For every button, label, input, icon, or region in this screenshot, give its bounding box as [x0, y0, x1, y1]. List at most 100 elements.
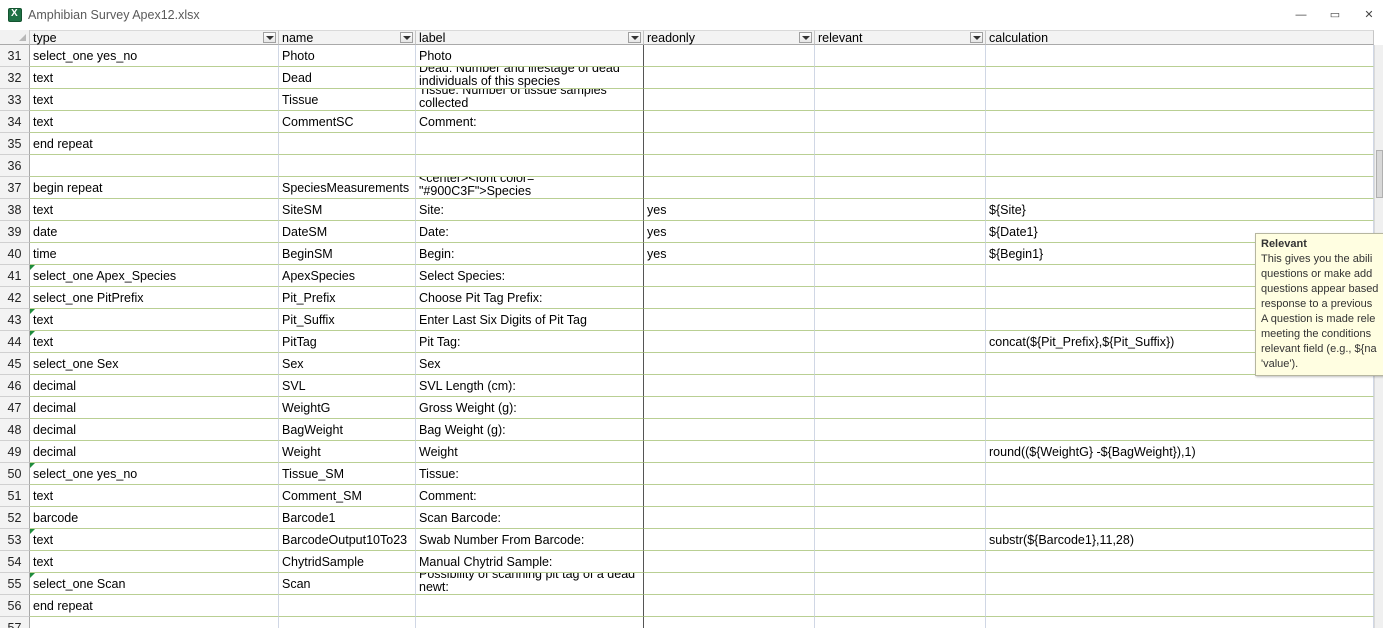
cell-label[interactable]: Tissue: Number of tissue samples collect…	[416, 89, 644, 111]
cell-readonly[interactable]	[644, 309, 815, 331]
cell-type[interactable]: decimal	[30, 375, 279, 397]
cell-type[interactable]: time	[30, 243, 279, 265]
cell-calculation[interactable]: round((${WeightG} -${BagWeight}),1)	[986, 441, 1374, 463]
cell-calculation[interactable]	[986, 595, 1374, 617]
cell-relevant[interactable]	[815, 89, 986, 111]
row-number[interactable]: 46	[0, 375, 30, 397]
row-number[interactable]: 53	[0, 529, 30, 551]
cell-relevant[interactable]	[815, 67, 986, 89]
row-number[interactable]: 52	[0, 507, 30, 529]
cell-relevant[interactable]	[815, 45, 986, 67]
cell-label[interactable]: Tissue:	[416, 463, 644, 485]
column-header-type[interactable]: type	[30, 30, 279, 45]
cell-relevant[interactable]	[815, 595, 986, 617]
cell-calculation[interactable]	[986, 419, 1374, 441]
cell-label[interactable]: Dead: Number and lifestage of dead indiv…	[416, 67, 644, 89]
row-number[interactable]: 41	[0, 265, 30, 287]
cell-readonly[interactable]	[644, 485, 815, 507]
row-number[interactable]: 50	[0, 463, 30, 485]
cell-label[interactable]: Weight	[416, 441, 644, 463]
cell-name[interactable]: Comment_SM	[279, 485, 416, 507]
row-number[interactable]: 39	[0, 221, 30, 243]
cell-type[interactable]: select_one Apex_Species	[30, 265, 279, 287]
cell-name[interactable]	[279, 155, 416, 177]
cell-label[interactable]: Pit Tag:	[416, 331, 644, 353]
cell-type[interactable]: text	[30, 529, 279, 551]
cell-label[interactable]: Enter Last Six Digits of Pit Tag	[416, 309, 644, 331]
row-number[interactable]: 56	[0, 595, 30, 617]
cell-name[interactable]: SiteSM	[279, 199, 416, 221]
cell-label[interactable]: Bag Weight (g):	[416, 419, 644, 441]
column-header-relevant[interactable]: relevant	[815, 30, 986, 45]
cell-label[interactable]: Photo	[416, 45, 644, 67]
cell-label[interactable]: Choose Pit Tag Prefix:	[416, 287, 644, 309]
cell-relevant[interactable]	[815, 287, 986, 309]
cell-type[interactable]: text	[30, 89, 279, 111]
cell-label[interactable]: Date:	[416, 221, 644, 243]
cell-calculation[interactable]	[986, 573, 1374, 595]
cell-relevant[interactable]	[815, 155, 986, 177]
cell-name[interactable]: ApexSpecies	[279, 265, 416, 287]
row-number[interactable]: 45	[0, 353, 30, 375]
cell-name[interactable]: BagWeight	[279, 419, 416, 441]
cell-relevant[interactable]	[815, 551, 986, 573]
cell-label[interactable]: Begin:	[416, 243, 644, 265]
cell-type[interactable]: decimal	[30, 397, 279, 419]
cell-readonly[interactable]	[644, 507, 815, 529]
cell-relevant[interactable]	[815, 331, 986, 353]
cell-readonly[interactable]	[644, 155, 815, 177]
cell-type[interactable]: text	[30, 551, 279, 573]
cell-name[interactable]: Dead	[279, 67, 416, 89]
cell-calculation[interactable]	[986, 463, 1374, 485]
filter-dropdown-icon[interactable]	[400, 32, 413, 43]
cell-label[interactable]: Site:	[416, 199, 644, 221]
cell-type[interactable]: text	[30, 199, 279, 221]
cell-calculation[interactable]	[986, 617, 1374, 628]
row-number[interactable]: 33	[0, 89, 30, 111]
cell-readonly[interactable]	[644, 353, 815, 375]
cell-readonly[interactable]	[644, 45, 815, 67]
cell-label[interactable]: Possibility of scanning pit tag of a dea…	[416, 573, 644, 595]
cell-calculation[interactable]	[986, 133, 1374, 155]
select-all-corner[interactable]	[0, 30, 30, 45]
cell-relevant[interactable]	[815, 177, 986, 199]
cell-label[interactable]: Comment:	[416, 111, 644, 133]
cell-label[interactable]: Scan Barcode:	[416, 507, 644, 529]
cell-type[interactable]: select_one Scan	[30, 573, 279, 595]
cell-name[interactable]: Barcode1	[279, 507, 416, 529]
cell-relevant[interactable]	[815, 243, 986, 265]
row-number[interactable]: 35	[0, 133, 30, 155]
cell-name[interactable]: SVL	[279, 375, 416, 397]
cell-readonly[interactable]	[644, 617, 815, 628]
cell-name[interactable]: DateSM	[279, 221, 416, 243]
row-number[interactable]: 38	[0, 199, 30, 221]
row-number[interactable]: 51	[0, 485, 30, 507]
cell-relevant[interactable]	[815, 221, 986, 243]
minimize-button[interactable]: —	[1291, 6, 1311, 24]
cell-name[interactable]: ChytridSample	[279, 551, 416, 573]
cell-type[interactable]	[30, 617, 279, 628]
cell-readonly[interactable]	[644, 419, 815, 441]
cell-readonly[interactable]	[644, 529, 815, 551]
cell-relevant[interactable]	[815, 111, 986, 133]
cell-calculation[interactable]	[986, 177, 1374, 199]
cell-readonly[interactable]	[644, 595, 815, 617]
cell-calculation[interactable]	[986, 45, 1374, 67]
cell-type[interactable]: end repeat	[30, 595, 279, 617]
cell-relevant[interactable]	[815, 133, 986, 155]
cell-label[interactable]: Manual Chytrid Sample:	[416, 551, 644, 573]
row-number[interactable]: 44	[0, 331, 30, 353]
cell-relevant[interactable]	[815, 265, 986, 287]
filter-dropdown-icon[interactable]	[263, 32, 276, 43]
cell-type[interactable]: barcode	[30, 507, 279, 529]
cell-calculation[interactable]	[986, 551, 1374, 573]
cell-readonly[interactable]	[644, 265, 815, 287]
cell-name[interactable]: Photo	[279, 45, 416, 67]
cell-type[interactable]: select_one Sex	[30, 353, 279, 375]
row-number[interactable]: 47	[0, 397, 30, 419]
filter-dropdown-icon[interactable]	[628, 32, 641, 43]
cell-relevant[interactable]	[815, 353, 986, 375]
cell-readonly[interactable]	[644, 551, 815, 573]
cell-name[interactable]: SpeciesMeasurements	[279, 177, 416, 199]
cell-readonly[interactable]	[644, 441, 815, 463]
